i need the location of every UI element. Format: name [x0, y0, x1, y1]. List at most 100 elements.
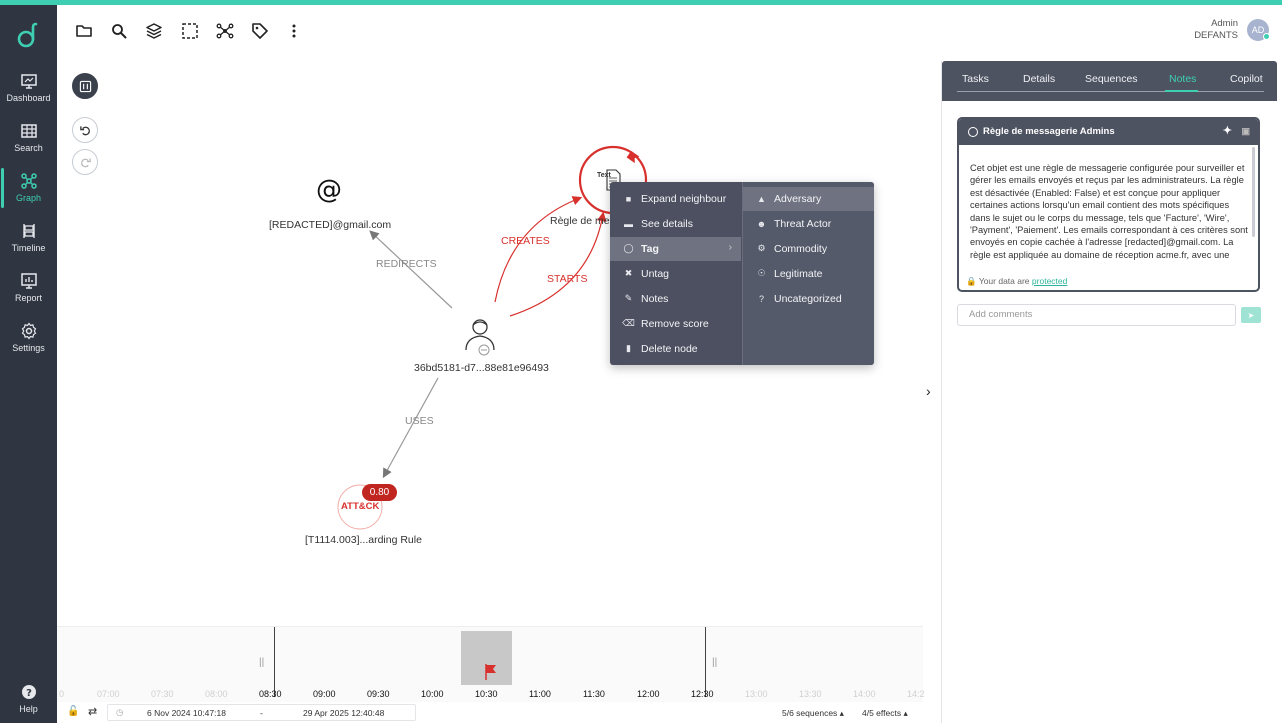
timeline[interactable]: || || 0 07:00 07:30 08:00 08:30 09:00 09…: [57, 626, 925, 702]
edge-redirects[interactable]: [369, 230, 453, 309]
note-scrollbar[interactable]: [1252, 147, 1255, 237]
tab-sequences[interactable]: Sequences: [1085, 73, 1138, 85]
attack-badge: ATT&CK: [341, 501, 380, 512]
tag-submenu: ▲ Adversary ☻ Threat Actor ⚙ Commodity ☉…: [742, 182, 874, 365]
edge-label-starts: STARTS: [547, 273, 588, 285]
timeline-tick: 11:00: [529, 689, 551, 699]
timeline-tick: 07:30: [151, 689, 174, 699]
edge-starts[interactable]: [509, 211, 607, 317]
menu-item-see-details[interactable]: ▬ See details: [610, 212, 741, 236]
send-button[interactable]: ➤: [1241, 307, 1261, 323]
score-badge: 0.80: [362, 484, 397, 501]
menu-item-remove-score[interactable]: ⌫ Remove score: [610, 312, 741, 336]
submenu-item-adversary[interactable]: ▲ Adversary: [743, 187, 874, 211]
tab-notes[interactable]: Notes: [1169, 73, 1196, 85]
drag-handle-right[interactable]: ||: [712, 657, 717, 668]
note-header: Règle de messagerie Admins ✦ ▣: [959, 119, 1258, 145]
clock-icon: ◷: [116, 707, 124, 717]
timeline-tick: 09:00: [313, 689, 336, 699]
email-node-label[interactable]: [REDACTED]@gmail.com: [269, 219, 391, 231]
edge-label-uses: USES: [405, 415, 434, 427]
menu-item-untag[interactable]: ✖ Untag: [610, 262, 741, 286]
note-title: Règle de messagerie Admins: [983, 126, 1115, 137]
flag-icon: [485, 664, 496, 680]
email-node-icon[interactable]: @: [316, 175, 342, 205]
send-icon: ➤: [1247, 310, 1255, 320]
save-icon[interactable]: ▣: [1241, 119, 1250, 144]
effects-dropdown[interactable]: 4/5 effects ▴: [862, 708, 908, 719]
active-tab-indicator: [1165, 90, 1198, 92]
protected-link[interactable]: protected: [1032, 276, 1067, 286]
end-date: 29 Apr 2025 12:40:48: [303, 708, 385, 718]
commodity-icon: ⚙: [757, 243, 766, 253]
timeline-tick: 14:2: [907, 689, 925, 699]
attack-node-label[interactable]: [T1114.003]...arding Rule: [305, 534, 422, 546]
rule-node-label[interactable]: Règle de me: [550, 215, 610, 227]
context-menu-main: ■ Expand neighbour ▬ See details ◯ Tag ›…: [610, 182, 741, 365]
right-panel: Tasks Details Sequences Notes Copilot Rè…: [941, 61, 1277, 723]
warning-icon: ▲: [757, 193, 766, 204]
timeline-tick: 12:30: [691, 689, 714, 699]
check-icon: ☉: [757, 268, 766, 278]
lock-icon[interactable]: 🔓: [67, 706, 79, 717]
menu-item-delete-node[interactable]: ▮ Delete node: [610, 337, 741, 361]
menu-item-expand-neighbour[interactable]: ■ Expand neighbour: [610, 187, 741, 211]
submenu-item-legitimate[interactable]: ☉ Legitimate: [743, 262, 874, 286]
tab-divider: [957, 91, 1264, 92]
user-node-label[interactable]: 36bd5181-d7...88e81e96493: [414, 362, 549, 374]
sequences-dropdown[interactable]: 5/6 sequences ▴: [782, 708, 844, 719]
notes-icon: ✎: [624, 293, 633, 303]
actor-icon: ☻: [756, 218, 767, 229]
timeline-tick: 09:30: [367, 689, 390, 699]
user-node-icon[interactable]: [465, 319, 495, 356]
timeline-tick: 08:30: [259, 689, 282, 699]
eraser-icon: ⌫: [622, 318, 635, 328]
help-button[interactable]: ? Help: [0, 679, 57, 725]
note-body[interactable]: Cet objet est une règle de messagerie co…: [970, 162, 1250, 272]
context-menu: ■ Expand neighbour ▬ See details ◯ Tag ›…: [610, 182, 874, 365]
submenu-item-uncategorized[interactable]: ? Uncategorized: [743, 287, 874, 311]
edge-uses[interactable]: [382, 377, 439, 479]
timeline-end-marker[interactable]: [705, 627, 706, 697]
timeline-tick: 0: [59, 689, 65, 699]
edge-label-redirects: REDIRECTS: [376, 258, 437, 270]
online-status-dot: [1263, 33, 1270, 40]
start-date: 6 Nov 2024 10:47:18: [147, 708, 226, 718]
drag-handle-left[interactable]: ||: [259, 657, 264, 668]
expand-icon: ■: [625, 193, 632, 204]
help-label: Help: [19, 704, 38, 714]
lock-icon: 🔒: [966, 276, 977, 286]
tab-copilot[interactable]: Copilot: [1230, 73, 1263, 85]
date-separator: -: [260, 708, 263, 718]
timeline-tick: 14:00: [853, 689, 876, 699]
tab-details[interactable]: Details: [1023, 73, 1055, 85]
rule-node-type: Text: [597, 172, 611, 179]
comment-input[interactable]: Add comments: [957, 304, 1236, 326]
timeline-tick: 11:30: [583, 689, 605, 699]
menu-item-tag[interactable]: ◯ Tag ›: [610, 237, 741, 261]
timeline-start-marker[interactable]: [274, 627, 275, 697]
help-icon: ?: [21, 685, 36, 699]
user-info[interactable]: Admin DEFANTS: [1194, 18, 1238, 42]
panel-tabs: Tasks Details Sequences Notes Copilot: [942, 61, 1277, 101]
timeline-tick: 12:00: [637, 689, 660, 699]
timeline-tick: 10:00: [421, 689, 444, 699]
date-range-field[interactable]: ◷ 6 Nov 2024 10:47:18 - 29 Apr 2025 12:4…: [107, 704, 416, 721]
timeline-tick: 10:30: [475, 689, 498, 699]
menu-item-notes[interactable]: ✎ Notes: [610, 287, 741, 311]
caret-up-icon: ▴: [839, 708, 844, 718]
svg-text:?: ?: [26, 688, 32, 699]
sparkle-icon[interactable]: ✦: [1223, 119, 1232, 144]
user-org: DEFANTS: [1194, 30, 1238, 41]
tab-tasks[interactable]: Tasks: [962, 73, 989, 85]
swap-icon[interactable]: ⇄: [88, 705, 97, 718]
privacy-note: 🔒 Your data are protected: [966, 276, 1068, 286]
details-icon: ▬: [624, 218, 633, 229]
submenu-item-commodity[interactable]: ⚙ Commodity: [743, 237, 874, 261]
timeline-tick: 08:00: [205, 689, 228, 699]
submenu-item-threat-actor[interactable]: ☻ Threat Actor: [743, 212, 874, 236]
edge-creates[interactable]: [494, 196, 583, 303]
chevron-right-icon[interactable]: ›: [926, 383, 931, 399]
question-icon: ?: [758, 293, 764, 304]
note-card: Règle de messagerie Admins ✦ ▣ Cet objet…: [957, 117, 1260, 292]
